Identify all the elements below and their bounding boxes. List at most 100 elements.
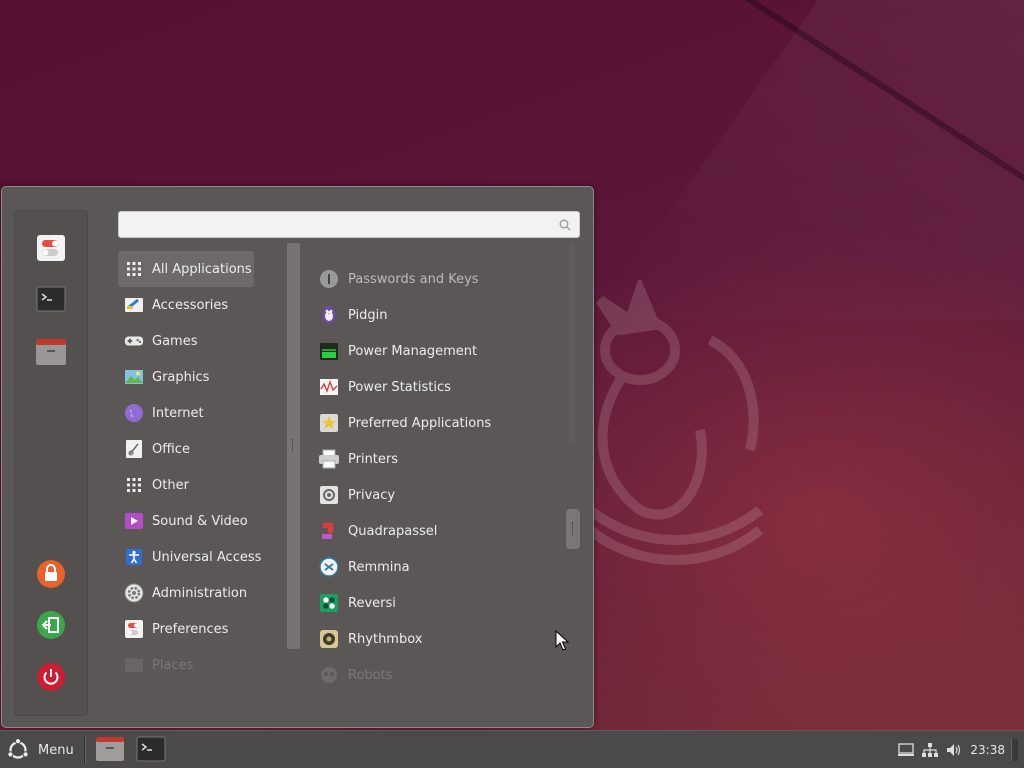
system-tray: 23:38 — [890, 731, 1018, 768]
accessibility-icon — [124, 547, 144, 567]
taskbar-window-file-manager[interactable] — [95, 735, 125, 763]
robot-icon — [318, 664, 340, 686]
menu-label: Menu — [38, 742, 74, 758]
gamepad-icon — [124, 331, 144, 351]
logout-button[interactable] — [35, 609, 67, 641]
app-label: Reversi — [348, 595, 396, 611]
app-label: Power Management — [348, 343, 478, 359]
show-desktop-button[interactable] — [1011, 739, 1018, 761]
taskbar: Menu 23:38 — [0, 730, 1024, 768]
mouse-cursor-icon — [555, 630, 569, 651]
grid-icon — [124, 475, 144, 495]
category-office[interactable]: Office — [118, 431, 283, 467]
favorite-settings[interactable] — [35, 232, 67, 264]
globe-icon — [124, 403, 144, 423]
category-label: Universal Access — [152, 549, 262, 565]
display-icon — [898, 743, 915, 756]
blocks-icon — [318, 520, 340, 542]
volume-icon — [947, 744, 961, 756]
image-icon — [124, 367, 144, 387]
category-label: Places — [152, 657, 194, 673]
category-label: Internet — [152, 405, 204, 421]
app-item-preferred-applications[interactable]: Preferred Applications — [318, 405, 568, 441]
app-item-power-statistics[interactable]: Power Statistics — [318, 369, 568, 405]
taskbar-separator — [84, 736, 86, 764]
category-label: Sound & Video — [152, 513, 248, 529]
printer-icon — [318, 448, 340, 470]
app-item-quadrapassel[interactable]: Quadrapassel — [318, 513, 568, 549]
application-menu: All Applications Accessories Games Graph… — [1, 186, 594, 728]
app-label: Passwords and Keys — [348, 271, 479, 287]
category-label: All Applications — [152, 261, 252, 277]
app-item-power-management[interactable]: Power Management — [318, 333, 568, 369]
reversi-icon — [318, 592, 340, 614]
app-item-passwords-and-keys[interactable]: Passwords and Keys — [318, 261, 568, 297]
volume-button[interactable] — [946, 743, 962, 757]
accessories-icon — [124, 295, 144, 315]
scrollbar-grip — [572, 522, 575, 536]
app-item-printers[interactable]: Printers — [318, 441, 568, 477]
app-label: Robots — [348, 667, 393, 683]
search-icon — [559, 219, 571, 231]
search-input[interactable] — [125, 215, 559, 236]
category-graphics[interactable]: Graphics — [118, 359, 283, 395]
app-item-rhythmbox[interactable]: Rhythmbox — [318, 621, 568, 657]
preferences-icon — [124, 619, 144, 639]
category-all-applications[interactable]: All Applications — [118, 251, 254, 287]
category-administration[interactable]: Administration — [118, 575, 283, 611]
category-preferences[interactable]: Preferences — [118, 611, 283, 647]
ubuntu-logo-icon — [7, 738, 29, 759]
favorites-panel — [14, 210, 88, 716]
category-label: Games — [152, 333, 198, 349]
shutdown-button[interactable] — [35, 661, 67, 693]
search-field[interactable] — [118, 211, 580, 238]
app-label: Power Statistics — [348, 379, 451, 395]
logout-icon — [37, 611, 65, 639]
category-label: Office — [152, 441, 190, 457]
display-button[interactable] — [898, 743, 915, 757]
folder-icon — [124, 655, 144, 675]
terminal-icon — [36, 286, 66, 312]
category-universal-access[interactable]: Universal Access — [118, 539, 283, 575]
category-sound-video[interactable]: Sound & Video — [118, 503, 283, 539]
file-manager-icon — [96, 737, 124, 761]
category-other[interactable]: Other — [118, 467, 283, 503]
remmina-icon — [318, 556, 340, 578]
category-list: All Applications Accessories Games Graph… — [118, 251, 283, 683]
play-icon — [124, 511, 144, 531]
app-label: Preferred Applications — [348, 415, 492, 431]
category-games[interactable]: Games — [118, 323, 283, 359]
category-accessories[interactable]: Accessories — [118, 287, 283, 323]
wallpaper-fold — [593, 0, 1024, 320]
category-internet[interactable]: Internet — [118, 395, 283, 431]
taskbar-window-terminal[interactable] — [136, 735, 166, 763]
app-label: Quadrapassel — [348, 523, 438, 539]
category-label: Preferences — [152, 621, 229, 637]
grid-icon — [124, 259, 144, 279]
clock[interactable]: 23:38 — [970, 743, 1005, 757]
scrollbar-grip — [292, 439, 295, 451]
office-icon — [124, 439, 144, 459]
app-label: Printers — [348, 451, 399, 467]
star-icon — [318, 412, 340, 434]
menu-button[interactable]: Menu — [6, 737, 74, 763]
category-label: Graphics — [152, 369, 210, 385]
lock-screen-button[interactable] — [35, 558, 67, 590]
file-manager-icon — [36, 339, 66, 365]
category-places[interactable]: Places — [118, 647, 283, 683]
app-item-remmina[interactable]: Remmina — [318, 549, 568, 585]
gear-icon — [124, 583, 144, 603]
app-item-robots[interactable]: Robots — [318, 657, 568, 693]
favorite-file-manager[interactable] — [35, 336, 67, 368]
battery-icon — [318, 340, 340, 362]
category-scrollbar[interactable] — [287, 243, 300, 649]
app-item-reversi[interactable]: Reversi — [318, 585, 568, 621]
apps-scrollbar-thumb[interactable] — [566, 509, 580, 549]
favorite-terminal[interactable] — [35, 283, 67, 315]
app-item-pidgin[interactable]: Pidgin — [318, 297, 568, 333]
application-list: Passwords and Keys Pidgin Power Manageme… — [318, 261, 568, 693]
app-item-privacy[interactable]: Privacy — [318, 477, 568, 513]
network-button[interactable] — [922, 743, 939, 757]
privacy-icon — [318, 484, 340, 506]
apps-scroll-track — [569, 243, 575, 443]
